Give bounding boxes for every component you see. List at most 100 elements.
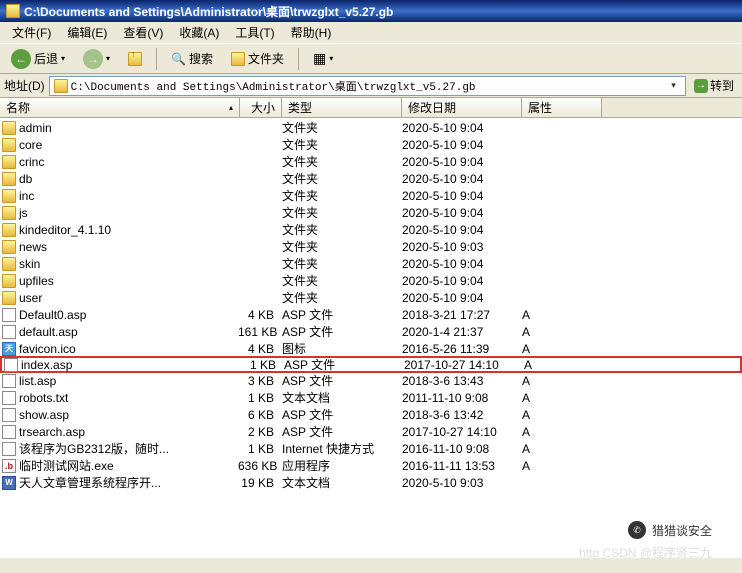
file-row[interactable]: robots.txt1 KB文本文档2011-11-10 9:08A	[0, 389, 742, 406]
col-attr[interactable]: 属性	[522, 98, 602, 117]
file-type: 文件夹	[280, 153, 400, 170]
file-row[interactable]: 该程序为GB2312版，随时...1 KBInternet 快捷方式2016-1…	[0, 440, 742, 457]
file-size: 1 KB	[238, 442, 280, 456]
file-date: 2011-11-10 9:08	[400, 391, 520, 405]
file-type: 文件夹	[280, 119, 400, 136]
file-type: ASP 文件	[280, 423, 400, 440]
folder-icon	[2, 121, 16, 135]
file-row[interactable]: inc文件夹2020-5-10 9:04	[0, 187, 742, 204]
menu-file[interactable]: 文件(F)	[4, 22, 59, 43]
file-date: 2017-10-27 14:10	[400, 425, 520, 439]
menu-favorites[interactable]: 收藏(A)	[171, 22, 227, 43]
file-attr: A	[520, 459, 600, 473]
file-date: 2016-11-10 9:08	[400, 442, 520, 456]
file-attr: A	[520, 425, 600, 439]
file-row[interactable]: kindeditor_4.1.10 文件夹2020-5-10 9:04	[0, 221, 742, 238]
file-type: 文件夹	[280, 170, 400, 187]
file-size: 4 KB	[238, 342, 280, 356]
file-list[interactable]: admin文件夹2020-5-10 9:04core文件夹2020-5-10 9…	[0, 118, 742, 558]
ico-icon: 天	[2, 342, 16, 356]
asp-icon	[2, 408, 16, 422]
up-button[interactable]: ↑	[121, 49, 149, 69]
col-date[interactable]: 修改日期	[402, 98, 522, 117]
file-size: 161 KB	[238, 325, 280, 339]
file-row[interactable]: trsearch.asp2 KBASP 文件2017-10-27 14:10A	[0, 423, 742, 440]
file-row[interactable]: upfiles文件夹2020-5-10 9:04	[0, 272, 742, 289]
back-button[interactable]: ← 后退 ▾	[4, 46, 72, 72]
file-type: 文件夹	[280, 187, 400, 204]
file-date: 2020-5-10 9:04	[400, 155, 520, 169]
file-attr: A	[520, 342, 600, 356]
file-row[interactable]: .b临时测试网站.exe636 KB应用程序2016-11-11 13:53A	[0, 457, 742, 474]
file-row[interactable]: Default0.asp4 KBASP 文件2018-3-21 17:27A	[0, 306, 742, 323]
file-row[interactable]: list.asp3 KBASP 文件2018-3-6 13:43A	[0, 372, 742, 389]
file-row[interactable]: news文件夹2020-5-10 9:03	[0, 238, 742, 255]
go-button[interactable]: → 转到	[690, 75, 738, 96]
file-row[interactable]: crinc文件夹2020-5-10 9:04	[0, 153, 742, 170]
file-type: 文件夹	[280, 289, 400, 306]
forward-dropdown-icon: ▾	[106, 54, 110, 63]
folder-icon	[2, 155, 16, 169]
forward-button[interactable]: → ▾	[76, 46, 117, 72]
titlebar[interactable]: C:\Documents and Settings\Administrator\…	[0, 0, 742, 22]
col-size[interactable]: 大小	[240, 98, 282, 117]
col-type[interactable]: 类型	[282, 98, 402, 117]
file-date: 2018-3-21 17:27	[400, 308, 520, 322]
toolbar: ← 后退 ▾ → ▾ ↑ 🔍 搜索 文件夹 ▦ ▾	[0, 44, 742, 74]
asp-icon	[2, 374, 16, 388]
file-attr: A	[522, 358, 602, 372]
file-type: 文件夹	[280, 255, 400, 272]
file-date: 2020-1-4 21:37	[400, 325, 520, 339]
menu-help[interactable]: 帮助(H)	[283, 22, 340, 43]
file-row[interactable]: default.asp161 KBASP 文件2020-1-4 21:37A	[0, 323, 742, 340]
file-size: 636 KB	[238, 459, 280, 473]
file-date: 2020-5-10 9:04	[400, 223, 520, 237]
file-name: 该程序为GB2312版，随时...	[19, 440, 169, 457]
file-row[interactable]: core文件夹2020-5-10 9:04	[0, 136, 742, 153]
menu-tools[interactable]: 工具(T)	[227, 22, 282, 43]
folder-icon	[2, 206, 16, 220]
address-input[interactable]: C:\Documents and Settings\Administrator\…	[49, 76, 686, 96]
file-row[interactable]: skin文件夹2020-5-10 9:04	[0, 255, 742, 272]
file-type: 文件夹	[280, 238, 400, 255]
menu-edit[interactable]: 编辑(E)	[59, 22, 115, 43]
folder-icon	[2, 274, 16, 288]
file-name: db	[19, 172, 32, 186]
file-size: 19 KB	[238, 476, 280, 490]
file-name: list.asp	[19, 374, 56, 388]
views-dropdown-icon: ▾	[329, 54, 333, 63]
file-name: admin	[19, 121, 52, 135]
asp-icon	[2, 325, 16, 339]
file-date: 2017-10-27 14:10	[402, 358, 522, 372]
file-row[interactable]: show.asp6 KBASP 文件2018-3-6 13:42A	[0, 406, 742, 423]
file-name: robots.txt	[19, 391, 68, 405]
file-size: 2 KB	[238, 425, 280, 439]
col-name[interactable]: 名称▴	[0, 98, 240, 117]
back-label: 后退	[34, 50, 58, 67]
address-path: C:\Documents and Settings\Administrator\…	[71, 78, 663, 94]
folders-button[interactable]: 文件夹	[224, 47, 291, 70]
folders-label: 文件夹	[248, 50, 284, 67]
file-attr: A	[520, 374, 600, 388]
file-date: 2016-5-26 11:39	[400, 342, 520, 356]
file-type: 应用程序	[280, 457, 400, 474]
file-row[interactable]: js文件夹2020-5-10 9:04	[0, 204, 742, 221]
views-button[interactable]: ▦ ▾	[306, 47, 340, 70]
asp-icon	[2, 425, 16, 439]
file-type: ASP 文件	[280, 306, 400, 323]
file-row[interactable]: user文件夹2020-5-10 9:04	[0, 289, 742, 306]
file-name: Default0.asp	[19, 308, 86, 322]
search-button[interactable]: 🔍 搜索	[164, 47, 220, 70]
file-name: kindeditor_4.1.10	[19, 223, 111, 237]
address-folder-icon	[54, 79, 68, 93]
file-row[interactable]: 天favicon.ico4 KB图标2016-5-26 11:39A	[0, 340, 742, 357]
asp-icon	[2, 308, 16, 322]
menu-view[interactable]: 查看(V)	[115, 22, 171, 43]
file-row[interactable]: db文件夹2020-5-10 9:04	[0, 170, 742, 187]
file-type: 文件夹	[280, 221, 400, 238]
file-row[interactable]: admin文件夹2020-5-10 9:04	[0, 119, 742, 136]
file-row[interactable]: index.asp1 KBASP 文件2017-10-27 14:10A	[0, 356, 742, 373]
file-date: 2020-5-10 9:04	[400, 291, 520, 305]
address-dropdown-icon[interactable]: ▾	[666, 80, 681, 91]
file-row[interactable]: W天人文章管理系统程序开...19 KB文本文档2020-5-10 9:03	[0, 474, 742, 491]
